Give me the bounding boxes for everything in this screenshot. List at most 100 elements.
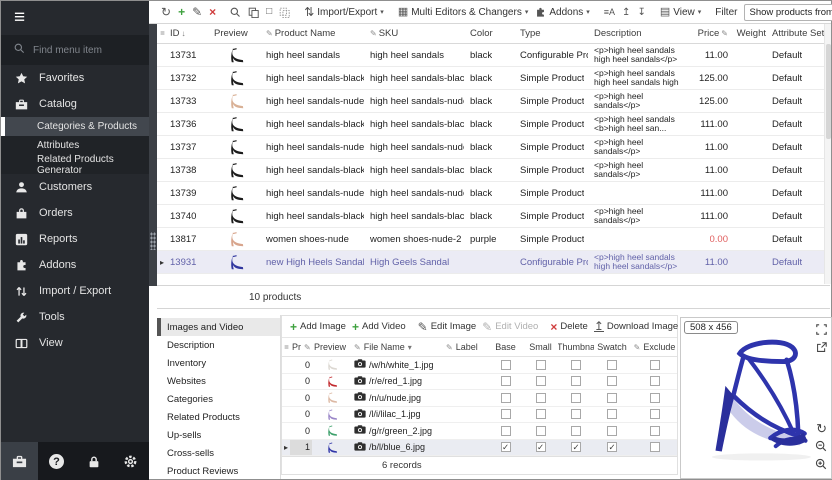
product-row-13931[interactable]: ▸13931new High Heels SandalsHigh Geels S… xyxy=(157,251,825,274)
image-column-header-exclude[interactable]: ✎Exclude xyxy=(630,342,679,352)
zoom-out-icon[interactable] xyxy=(815,439,827,457)
sidebar-item-favorites[interactable]: Favorites xyxy=(1,65,149,91)
product-row-13740[interactable]: 13740high heel sandals-black-38high heel… xyxy=(157,205,825,228)
checkbox[interactable] xyxy=(607,360,617,370)
tab-product-reviews[interactable]: Product Reviews xyxy=(157,462,280,480)
sidebar-item-tools[interactable]: Tools xyxy=(1,304,149,330)
checkbox[interactable] xyxy=(536,376,546,386)
sidebar-item-view[interactable]: View xyxy=(1,330,149,356)
refresh-button[interactable]: ↻ xyxy=(161,6,171,18)
checkbox[interactable] xyxy=(536,360,546,370)
edit-product-button[interactable]: ✎ xyxy=(192,6,202,18)
addons-menu[interactable]: Addons▾ xyxy=(535,7,589,18)
checkbox[interactable] xyxy=(650,376,660,386)
checkbox[interactable] xyxy=(650,360,660,370)
add-video-button[interactable]: +Add Video xyxy=(352,321,406,333)
checkbox-tool-icon[interactable]: □ xyxy=(266,7,272,17)
grid-options-icon[interactable]: ≣ xyxy=(282,344,290,351)
image-column-header-small[interactable]: Small xyxy=(523,342,558,352)
checkbox[interactable] xyxy=(650,409,660,419)
product-row-13731[interactable]: 13731high heel sandalshigh heel sandalsb… xyxy=(157,44,825,67)
checkbox[interactable] xyxy=(650,426,660,436)
sidebar-item-orders[interactable]: Orders xyxy=(1,200,149,226)
checkbox[interactable] xyxy=(501,376,511,386)
tab-inventory[interactable]: Inventory xyxy=(157,354,280,372)
checkbox[interactable] xyxy=(571,409,581,419)
multi-editors-menu[interactable]: ▦Multi Editors & Changers▾ xyxy=(398,7,529,18)
column-header-id[interactable]: ID↓ xyxy=(167,28,211,39)
sidebar-item-import-export[interactable]: Import / Export xyxy=(1,278,149,304)
checkbox[interactable] xyxy=(536,426,546,436)
category-filter-select[interactable]: Show products from selected categories▾ xyxy=(744,4,832,21)
product-row-13738[interactable]: 13738high heel sandals-black-37high heel… xyxy=(157,159,825,182)
store-icon[interactable] xyxy=(1,442,38,480)
product-row-13732[interactable]: 13732high heel sandals-blackhigh heel sa… xyxy=(157,67,825,90)
checkbox[interactable] xyxy=(650,393,660,403)
tab-description[interactable]: Description xyxy=(157,336,280,354)
tab-up-sells[interactable]: Up-sells xyxy=(157,426,280,444)
checkbox[interactable] xyxy=(536,409,546,419)
checkbox[interactable] xyxy=(571,426,581,436)
column-header-type[interactable]: Type xyxy=(517,28,591,39)
checkbox[interactable] xyxy=(650,442,660,452)
product-row-13739[interactable]: 13739high heel sandals-nude-37high heel … xyxy=(157,182,825,205)
sidebar-item-attributes[interactable]: Attributes xyxy=(1,136,149,155)
add-image-button[interactable]: +Add Image xyxy=(290,321,346,333)
checkbox[interactable]: ✓ xyxy=(501,442,511,452)
image-row-blue_6.jpg[interactable]: ▸1/b/l/blue_6.jpg✓✓✓✓ xyxy=(282,440,677,457)
gear-icon[interactable] xyxy=(112,442,149,480)
checkbox[interactable]: ✓ xyxy=(536,442,546,452)
hamburger-menu-icon[interactable]: ≡ xyxy=(1,1,149,35)
image-row-red_1.jpg[interactable]: 0/r/e/red_1.jpg xyxy=(282,374,677,391)
paste-special-button[interactable] xyxy=(279,7,290,18)
tab-cross-sells[interactable]: Cross-sells xyxy=(157,444,280,462)
search-products-button[interactable] xyxy=(230,7,241,18)
checkbox[interactable] xyxy=(607,426,617,436)
row-height-decrease-icon[interactable]: ↧ xyxy=(637,7,645,18)
tab-categories[interactable]: Categories xyxy=(157,390,280,408)
checkbox[interactable] xyxy=(607,376,617,386)
checkbox[interactable] xyxy=(536,393,546,403)
image-row-lilac_1.jpg[interactable]: 0/l/i/lilac_1.jpg xyxy=(282,407,677,424)
checkbox[interactable] xyxy=(501,409,511,419)
edit-video-button[interactable]: ✎Edit Video xyxy=(482,321,538,333)
column-header-sku[interactable]: ✎SKU xyxy=(367,28,467,39)
column-header-description[interactable]: Description xyxy=(591,28,689,39)
edit-image-button[interactable]: ✎Edit Image xyxy=(418,321,476,333)
image-column-header-pr[interactable]: Pr✎ xyxy=(290,342,312,352)
grid-scrollbar[interactable] xyxy=(824,24,831,284)
sidebar-item-reports[interactable]: Reports xyxy=(1,226,149,252)
view-menu[interactable]: ▤View▾ xyxy=(660,7,701,18)
product-row-13737[interactable]: 13737high heel sandals-nude-36high heel … xyxy=(157,136,825,159)
row-height-increase-icon[interactable]: ↥ xyxy=(622,7,630,18)
download-image-button[interactable]: ↥Download Image xyxy=(594,321,678,333)
image-column-header-base[interactable]: Base xyxy=(488,342,523,352)
sidebar-item-related-products-generator[interactable]: Related Products Generator xyxy=(1,155,149,174)
add-product-button[interactable]: + xyxy=(178,6,185,18)
column-header-price[interactable]: Price✎ xyxy=(689,28,731,39)
checkbox[interactable]: ✓ xyxy=(571,442,581,452)
product-row-13733[interactable]: 13733high heel sandals-nudehigh heel san… xyxy=(157,90,825,113)
zoom-in-icon[interactable] xyxy=(815,457,827,475)
copy-button[interactable] xyxy=(248,7,259,18)
sidebar-item-catalog[interactable]: Catalog xyxy=(1,91,149,117)
column-header-attribute-set-name[interactable]: Attribute Set Name xyxy=(769,28,825,39)
image-row-green_2.jpg[interactable]: 0/g/r/green_2.jpg xyxy=(282,423,677,440)
checkbox[interactable] xyxy=(607,393,617,403)
column-header-color[interactable]: Color xyxy=(467,28,517,39)
sidebar-item-categories-products[interactable]: Categories & Products xyxy=(1,117,149,136)
checkbox[interactable] xyxy=(501,360,511,370)
help-icon[interactable]: ? xyxy=(38,442,75,480)
checkbox[interactable] xyxy=(607,409,617,419)
rotate-icon[interactable]: ↻ xyxy=(816,420,827,438)
import-export-menu[interactable]: ⇅Import/Export▾ xyxy=(304,6,384,18)
panel-splitter[interactable] xyxy=(149,24,157,286)
tab-images-and-video[interactable]: Images and Video xyxy=(157,318,280,336)
sidebar-item-customers[interactable]: Customers xyxy=(1,174,149,200)
image-column-header-label[interactable]: ✎Label xyxy=(444,342,488,352)
checkbox[interactable] xyxy=(571,376,581,386)
delete-image-button[interactable]: ×Delete xyxy=(550,321,587,333)
column-header-product-name[interactable]: ✎Product Name xyxy=(263,28,367,39)
column-header-weight[interactable]: Weight xyxy=(731,28,769,39)
tab-websites[interactable]: Websites xyxy=(157,372,280,390)
